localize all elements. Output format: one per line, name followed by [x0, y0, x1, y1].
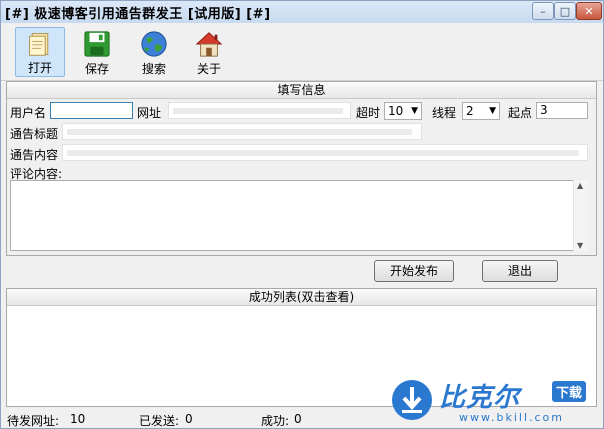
window-title: [#] 极速博客引用通告群发王 [试用版] [#] [5, 7, 271, 22]
open-document-icon [29, 33, 49, 56]
maximize-button[interactable]: □ [554, 2, 576, 20]
pending-value: 10 [70, 412, 86, 426]
chevron-down-icon: ▼ [489, 106, 496, 116]
start-publish-button[interactable]: 开始发布 [374, 260, 454, 282]
timeout-label: 超时 [356, 106, 381, 120]
about-label: 关于 [196, 62, 221, 76]
chevron-down-icon: ▼ [411, 106, 418, 116]
success-label: 成功: [261, 414, 290, 428]
search-button[interactable]: 搜索 [129, 27, 179, 77]
floppy-disk-icon [84, 31, 110, 57]
results-title: 成功列表(双击查看) [7, 289, 596, 306]
scroll-down-icon[interactable]: ▼ [577, 241, 583, 250]
about-button[interactable]: 关于 [184, 27, 234, 77]
pending-label: 待发网址: [7, 414, 60, 428]
sent-value: 0 [185, 412, 193, 426]
start-field[interactable]: 3 [536, 102, 588, 119]
globe-icon [141, 31, 167, 57]
download-arrow-icon [392, 380, 432, 420]
threads-select[interactable]: 2 ▼ [462, 102, 500, 120]
timeout-select[interactable]: 10 ▼ [384, 102, 422, 120]
save-button[interactable]: 保存 [72, 27, 122, 77]
start-label: 起点 [508, 106, 533, 120]
url-label: 网址 [137, 106, 162, 120]
watermark-brand: 比克尔 [439, 383, 521, 413]
threads-value: 2 [466, 104, 474, 118]
notice-content-label: 通告内容 [10, 148, 59, 162]
open-button[interactable]: 打开 [15, 27, 65, 77]
timeout-value: 10 [388, 104, 404, 118]
scroll-up-icon[interactable]: ▲ [577, 181, 583, 190]
notice-content-field[interactable] [62, 144, 588, 161]
info-group: 填写信息 用户名 网址 超时 10 ▼ 线程 2 ▼ 起点 3 通告标题 通告内… [6, 81, 597, 256]
watermark-url: www.bkill.com [459, 411, 564, 424]
success-value: 0 [294, 412, 302, 426]
username-label: 用户名 [10, 106, 47, 120]
info-group-title: 填写信息 [7, 82, 596, 99]
exit-button[interactable]: 退出 [482, 260, 558, 282]
comment-textarea[interactable] [10, 180, 588, 251]
username-field[interactable] [50, 102, 133, 119]
threads-label: 线程 [432, 106, 457, 120]
watermark-logo: 比克尔 下载 www.bkill.com [389, 375, 599, 427]
close-button[interactable]: ✕ [576, 2, 602, 20]
sent-label: 已发送: [139, 414, 180, 428]
app-window: [#] 极速博客引用通告群发王 [试用版] [#] – □ ✕ 打开 保存 搜索… [0, 0, 604, 429]
notice-title-field[interactable] [62, 123, 422, 140]
minimize-button[interactable]: – [532, 2, 554, 20]
open-label: 打开 [27, 61, 52, 75]
title-bar: [#] 极速博客引用通告群发王 [试用版] [#] – □ ✕ [1, 1, 603, 23]
url-field[interactable] [168, 102, 351, 119]
search-label: 搜索 [141, 62, 166, 76]
comment-scrollbar[interactable]: ▲ ▼ [573, 180, 588, 251]
toolbar: 打开 保存 搜索 关于 [1, 23, 603, 81]
save-label: 保存 [84, 62, 109, 76]
home-icon [195, 32, 223, 57]
watermark-badge: 下载 [552, 381, 587, 402]
notice-title-label: 通告标题 [10, 127, 59, 141]
